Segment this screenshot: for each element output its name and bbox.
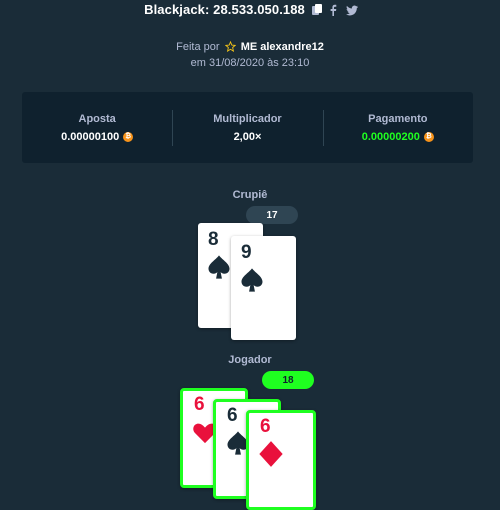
player-card: 6 bbox=[246, 410, 316, 510]
bet-value: 0.00000100 bbox=[61, 130, 120, 143]
player-label: Jogador bbox=[228, 354, 272, 366]
bet-meta: Feita por ME alexandre12 em 31/08/2020 à… bbox=[0, 40, 500, 70]
card-rank: 6 bbox=[260, 416, 271, 437]
multiplier-value: 2,00× bbox=[233, 130, 262, 143]
card-rank: 9 bbox=[241, 242, 252, 263]
username-link[interactable]: ME alexandre12 bbox=[241, 41, 324, 53]
bitcoin-icon: ₿ bbox=[123, 131, 134, 142]
card-rank: 6 bbox=[227, 405, 238, 426]
multiplier-label: Multiplicador bbox=[213, 112, 282, 125]
bet-stats-panel: Aposta 0.00000100 ₿ Multiplicador 2,00× … bbox=[22, 92, 473, 163]
star-icon bbox=[224, 40, 236, 56]
twitter-icon[interactable] bbox=[345, 3, 358, 16]
page-header: Blackjack: 28.533.050.188 bbox=[0, 0, 500, 22]
made-by-label: Feita por bbox=[176, 41, 220, 53]
spade-icon bbox=[205, 253, 233, 281]
player-total-badge: 18 bbox=[262, 371, 314, 389]
facebook-icon[interactable] bbox=[329, 3, 339, 16]
card-rank: 8 bbox=[208, 229, 219, 250]
bet-date: em 31/08/2020 às 23:10 bbox=[190, 57, 310, 69]
dealer-label: Crupiê bbox=[232, 189, 268, 201]
dealer-card: 9 bbox=[231, 236, 296, 340]
multiplier-stat: Multiplicador 2,00× bbox=[172, 92, 322, 163]
payout-stat: Pagamento 0.00000200 ₿ bbox=[322, 92, 473, 163]
payout-value: 0.00000200 bbox=[361, 130, 420, 143]
dealer-total-badge: 17 bbox=[246, 206, 298, 224]
payout-label: Pagamento bbox=[368, 112, 428, 125]
card-rank: 6 bbox=[194, 394, 205, 415]
spade-icon bbox=[238, 266, 266, 294]
copy-icon[interactable] bbox=[311, 3, 322, 15]
game-title: Blackjack: 28.533.050.188 bbox=[144, 2, 305, 17]
bitcoin-icon: ₿ bbox=[423, 131, 434, 142]
diamond-icon bbox=[257, 440, 285, 468]
bet-label: Aposta bbox=[78, 112, 116, 125]
bet-amount-stat: Aposta 0.00000100 ₿ bbox=[22, 92, 172, 163]
